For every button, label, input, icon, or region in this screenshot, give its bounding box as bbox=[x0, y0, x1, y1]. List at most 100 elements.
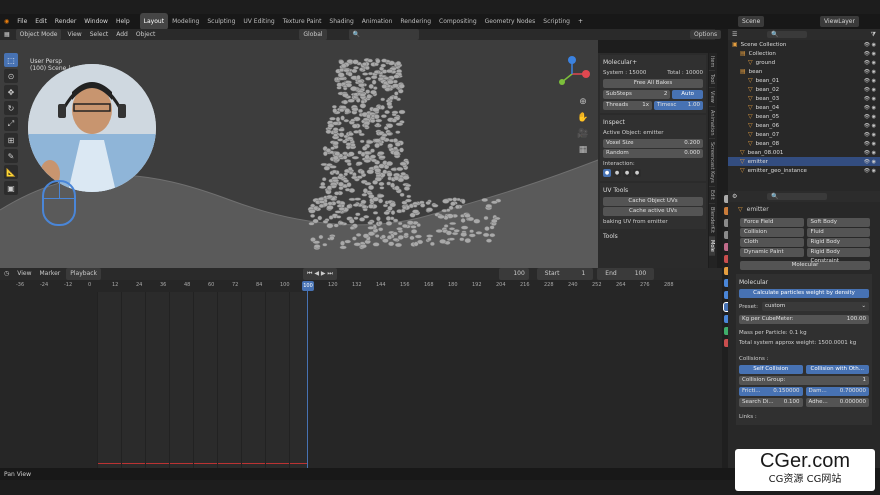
visibility-icon[interactable]: 👁 ◉ bbox=[864, 60, 876, 66]
collision-button[interactable]: Collision bbox=[740, 228, 804, 237]
tab-texture-paint[interactable]: Texture Paint bbox=[279, 13, 326, 30]
outliner-row[interactable]: ▽ bean_03 👁 ◉ bbox=[728, 94, 880, 103]
tab-view[interactable]: View bbox=[709, 88, 715, 107]
auto-button[interactable]: Auto bbox=[672, 90, 703, 99]
cache-active-uvs-button[interactable]: Cache active UVs bbox=[603, 207, 703, 216]
molecular-toggle-button[interactable]: Molecular bbox=[740, 261, 870, 270]
dynamic-paint-button[interactable]: Dynamic Paint bbox=[740, 248, 804, 257]
outliner-row[interactable]: ▽ bean_08 👁 ◉ bbox=[728, 139, 880, 148]
editor-type-icon[interactable]: ▦ bbox=[0, 29, 14, 40]
cloth-button[interactable]: Cloth bbox=[740, 238, 804, 247]
viewport-search-input[interactable]: 🔍 bbox=[348, 29, 419, 40]
outliner-search-input[interactable]: 🔍 bbox=[767, 31, 808, 38]
add-workspace-icon[interactable]: + bbox=[574, 14, 587, 29]
visibility-icon[interactable]: 👁 ◉ bbox=[864, 141, 876, 147]
adhesion-field[interactable]: Adhe... 0.000000 bbox=[805, 398, 869, 407]
menu-file[interactable]: File bbox=[13, 14, 31, 29]
props-editor-icon[interactable]: ⚙ bbox=[732, 193, 737, 200]
inspect-title[interactable]: Inspect bbox=[603, 117, 703, 128]
calculate-weight-button[interactable]: Calculate particles weight by density bbox=[739, 289, 869, 298]
molecular-props-title[interactable]: Molecular bbox=[739, 277, 869, 288]
tab-compositing[interactable]: Compositing bbox=[435, 13, 481, 30]
outliner-row[interactable]: ▽ ground 👁 ◉ bbox=[728, 58, 880, 67]
props-search-input[interactable]: 🔍 bbox=[767, 193, 828, 200]
search-distance-field[interactable]: Search Di... 0.100 bbox=[739, 398, 803, 407]
measure-tool-icon[interactable]: 📐 bbox=[4, 165, 18, 179]
timeline-editor-icon[interactable]: ◷ bbox=[0, 268, 13, 280]
scale-tool-icon[interactable]: ⤢ bbox=[4, 117, 18, 131]
timescale-field[interactable]: 1.00 bbox=[688, 101, 700, 110]
timeline-menu-marker[interactable]: Marker bbox=[36, 268, 65, 280]
menu-select[interactable]: Select bbox=[86, 29, 113, 40]
interaction-toggle-icon[interactable]: ● bbox=[633, 169, 641, 177]
options-dropdown[interactable]: Options bbox=[690, 30, 722, 39]
visibility-icon[interactable]: 👁 ◉ bbox=[864, 132, 876, 138]
view-layer-selector[interactable]: ViewLayer bbox=[820, 16, 859, 27]
select-tool-icon[interactable]: ⬚ bbox=[4, 53, 18, 67]
tab-animation-side[interactable]: Animation bbox=[709, 107, 715, 140]
playback-dropdown[interactable]: Playback bbox=[66, 268, 102, 280]
tab-animation[interactable]: Animation bbox=[358, 13, 397, 30]
tab-layout[interactable]: Layout bbox=[139, 13, 169, 30]
tab-scripting[interactable]: Scripting bbox=[539, 13, 574, 30]
outliner-row[interactable]: ▽ bean_05 👁 ◉ bbox=[728, 112, 880, 121]
mode-dropdown[interactable]: Object Mode bbox=[15, 29, 62, 40]
self-collision-toggle[interactable]: Self Collision bbox=[739, 365, 803, 374]
outliner-row[interactable]: ▽ bean_08.001 👁 ◉ bbox=[728, 148, 880, 157]
collision-others-toggle[interactable]: Collision with Oth... bbox=[805, 365, 869, 374]
outliner-row[interactable]: ▽ bean_04 👁 ◉ bbox=[728, 103, 880, 112]
soft-body-button[interactable]: Soft Body bbox=[806, 218, 870, 227]
random-field[interactable]: 0.000 bbox=[684, 149, 700, 158]
damping-field[interactable]: Dam... 0.700000 bbox=[805, 387, 869, 396]
visibility-icon[interactable]: 👁 ◉ bbox=[864, 105, 876, 111]
visibility-icon[interactable]: 👁 ◉ bbox=[864, 78, 876, 84]
visibility-icon[interactable]: 👁 ◉ bbox=[864, 114, 876, 120]
scene-selector[interactable]: Scene bbox=[738, 16, 765, 27]
visibility-icon[interactable]: 👁 ◉ bbox=[864, 42, 876, 48]
outliner-row[interactable]: ▽ bean_01 👁 ◉ bbox=[728, 76, 880, 85]
outliner-row[interactable]: ▤ Collection 👁 ◉ bbox=[728, 49, 880, 58]
tab-blenderkit[interactable]: BlenderKit bbox=[709, 204, 715, 237]
outliner-row[interactable]: ▽ bean_02 👁 ◉ bbox=[728, 85, 880, 94]
orientation-dropdown[interactable]: Global bbox=[299, 29, 327, 40]
timeline-menu-view[interactable]: View bbox=[13, 268, 35, 280]
grid-icon[interactable]: ▦ bbox=[576, 142, 590, 158]
visibility-icon[interactable]: 👁 ◉ bbox=[864, 168, 876, 174]
menu-help[interactable]: Help bbox=[112, 14, 134, 29]
visibility-icon[interactable]: 👁 ◉ bbox=[864, 123, 876, 129]
frame-ruler[interactable]: -36-24-120122436486072841001081201321441… bbox=[0, 280, 722, 292]
outliner-row[interactable]: ▽ bean_06 👁 ◉ bbox=[728, 121, 880, 130]
add-cube-tool-icon[interactable]: ▣ bbox=[4, 181, 18, 195]
3d-viewport[interactable]: User Persp (100) Scene | emitter ⊕ ✋ 🎥 ▦ bbox=[0, 40, 598, 268]
preset-dropdown[interactable]: custom ⌄ bbox=[762, 302, 869, 311]
menu-view[interactable]: View bbox=[63, 29, 85, 40]
collision-group-field[interactable]: Collision Group: 1 bbox=[739, 376, 869, 385]
navigation-gizmo[interactable] bbox=[552, 54, 592, 94]
playback-controls[interactable]: ⏮ ◀ ▶ ⏭ bbox=[303, 268, 337, 280]
start-frame-field[interactable]: Start 1 bbox=[536, 268, 594, 280]
end-frame-field[interactable]: End 100 bbox=[597, 268, 655, 280]
kg-per-cubemeter-field[interactable]: Kg per CubeMeter: 100.00 bbox=[739, 315, 869, 324]
outliner-row[interactable]: ▤ bean 👁 ◉ bbox=[728, 67, 880, 76]
rotate-tool-icon[interactable]: ↻ bbox=[4, 101, 18, 115]
substeps-field[interactable]: 2 bbox=[664, 90, 668, 99]
tab-sculpting[interactable]: Sculpting bbox=[203, 13, 239, 30]
interaction-toggle-icon[interactable]: ● bbox=[613, 169, 621, 177]
tab-item[interactable]: Item bbox=[709, 53, 715, 72]
free-bakes-button[interactable]: Free All Bakes bbox=[603, 79, 703, 88]
outliner-row[interactable]: ▽ bean_07 👁 ◉ bbox=[728, 130, 880, 139]
menu-add[interactable]: Add bbox=[112, 29, 132, 40]
visibility-icon[interactable]: 👁 ◉ bbox=[864, 69, 876, 75]
menu-render[interactable]: Render bbox=[51, 14, 80, 29]
voxel-field[interactable]: 0.200 bbox=[684, 139, 700, 148]
rigid-body-constraint-button[interactable]: Rigid Body Constraint bbox=[806, 248, 870, 264]
visibility-icon[interactable]: 👁 ◉ bbox=[864, 87, 876, 93]
threads-field[interactable]: 1x bbox=[642, 101, 649, 110]
current-frame-field[interactable]: 100 bbox=[498, 268, 529, 280]
blender-logo-icon[interactable]: ◉ bbox=[0, 14, 13, 29]
playhead-frame[interactable]: 100 bbox=[302, 281, 314, 291]
tools-title[interactable]: Tools bbox=[598, 231, 708, 242]
tab-rendering[interactable]: Rendering bbox=[396, 13, 435, 30]
cache-object-uvs-button[interactable]: Cache Object UVs bbox=[603, 197, 703, 206]
annotate-tool-icon[interactable]: ✎ bbox=[4, 149, 18, 163]
